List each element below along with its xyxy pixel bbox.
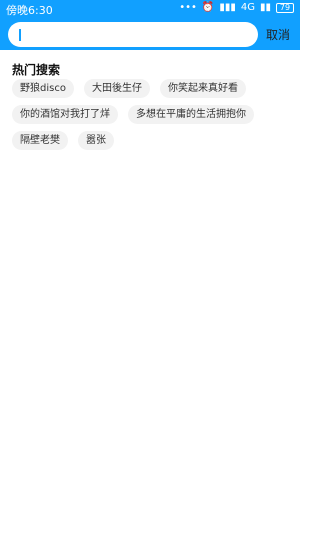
hot-tag[interactable]: 隔壁老樊 [12, 131, 68, 150]
hot-search-tags: 野狼disco 大田後生仔 你笑起来真好看 你的酒馆对我打了烊 多想在平庸的生活… [12, 79, 294, 157]
signal2-icon: ▮▮ [259, 2, 271, 13]
text-cursor [19, 29, 21, 41]
hot-tag[interactable]: 野狼disco [12, 79, 74, 98]
tag-row: 隔壁老樊 嚣张 [12, 131, 294, 150]
tag-row: 野狼disco 大田後生仔 你笑起来真好看 [12, 79, 294, 98]
alarm-icon: ⏰ [201, 2, 215, 13]
hot-tag[interactable]: 多想在平庸的生活拥抱你 [128, 105, 254, 124]
status-bar: 傍晚6:30 ••• ⏰ ▮▮▮ 4G ▮▮ 79 [0, 0, 300, 18]
hot-tag[interactable]: 你笑起来真好看 [159, 79, 246, 98]
hot-tag[interactable]: 你的酒馆对我打了烊 [12, 105, 118, 124]
cancel-button[interactable]: 取消 [266, 26, 290, 43]
top-header: 傍晚6:30 ••• ⏰ ▮▮▮ 4G ▮▮ 79 取消 [0, 0, 300, 50]
signal-icon: ▮▮▮ [219, 2, 236, 13]
tag-row: 你的酒馆对我打了烊 多想在平庸的生活拥抱你 [12, 105, 294, 124]
network-label: 4G [240, 2, 255, 13]
hot-tag[interactable]: 大田後生仔 [83, 79, 150, 98]
search-row: 取消 [0, 20, 300, 48]
dots-icon: ••• [179, 2, 197, 13]
hot-tag[interactable]: 嚣张 [78, 131, 114, 150]
status-indicators: ••• ⏰ ▮▮▮ 4G ▮▮ 79 [179, 2, 294, 14]
status-time: 傍晚6:30 [6, 4, 53, 17]
battery-icon: 79 [276, 3, 294, 13]
hot-search-title: 热门搜索 [12, 63, 61, 77]
search-input[interactable] [8, 22, 258, 47]
